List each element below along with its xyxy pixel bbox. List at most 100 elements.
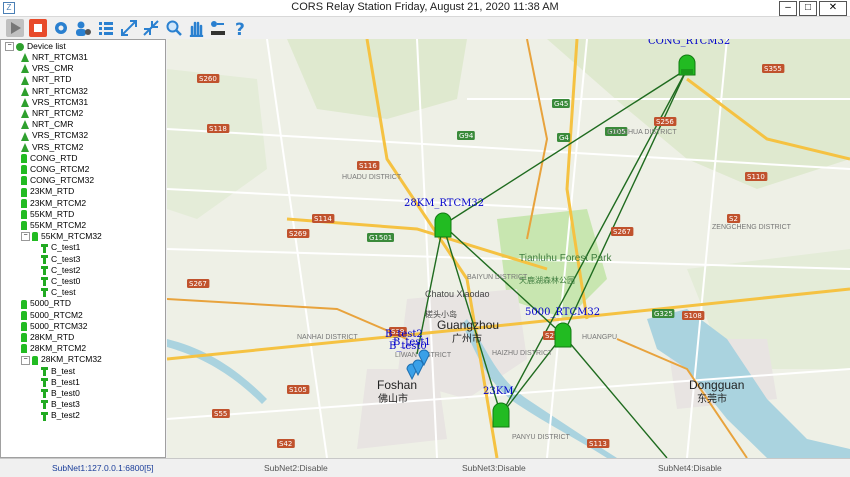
status-subnet2: SubNet2:Disable [264, 463, 328, 473]
tree-item[interactable]: NRT_RTCM2 [21, 108, 83, 119]
client-icon [41, 400, 48, 410]
tree-item[interactable]: 28KM_RTD [21, 332, 74, 343]
mountpoint-icon [32, 232, 38, 242]
list-icon[interactable] [97, 19, 115, 37]
user-settings-icon[interactable] [74, 19, 92, 37]
tree-item[interactable]: 28KM_RTCM2 [21, 343, 86, 354]
collapse-icon[interactable] [142, 19, 160, 37]
tree-item[interactable]: − 55KM_RTCM32 [21, 231, 102, 242]
tree-item[interactable]: 5000_RTCM32 [21, 321, 88, 332]
collapse-toggle-icon[interactable]: − [5, 42, 14, 52]
close-button[interactable]: ✕ [819, 1, 847, 16]
stop-icon[interactable] [29, 19, 47, 37]
pan-hand-icon[interactable] [187, 19, 205, 38]
tree-item[interactable]: B_test [41, 366, 75, 377]
mountpoint-icon [21, 176, 27, 186]
district-baiyun: BAIYUN DISTRICT [467, 274, 528, 281]
tree-item[interactable]: 5000_RTCM2 [21, 310, 83, 321]
mountpoint-icon [21, 187, 27, 197]
tree-item-label: B_test3 [51, 399, 80, 410]
zoom-icon[interactable] [165, 19, 183, 37]
tree-item[interactable]: VRS_RTCM31 [21, 97, 88, 108]
base-station-icon [21, 64, 29, 74]
tree-item-label: 28KM_RTD [30, 332, 75, 342]
minimize-button[interactable]: – [779, 1, 797, 16]
tree-item[interactable]: VRS_CMR [21, 63, 74, 74]
tree-item[interactable]: VRS_RTCM2 [21, 142, 83, 153]
tree-item[interactable]: CONG_RTCM32 [21, 175, 94, 186]
road-badge-label: S105 [289, 386, 307, 394]
district-nanhai: NANHAI DISTRICT [297, 334, 358, 341]
district-huangpu: HUANGPU [582, 334, 617, 341]
tree-item-label: NRT_RTCM32 [32, 85, 88, 96]
collapse-toggle-icon[interactable]: − [21, 232, 30, 242]
tree-item-label: 55KM_RTCM32 [41, 231, 102, 242]
help-icon[interactable]: ? [231, 19, 249, 40]
tree-item[interactable]: C_test0 [41, 276, 80, 287]
maximize-button[interactable]: □ [799, 1, 817, 16]
device-tree[interactable]: − Device list NRT_RTCM31 VRS_CMR NRT_RTD NRT… [0, 39, 166, 458]
status-bar: SubNet1:127.0.0.1:6800[5] SubNet2:Disabl… [0, 458, 850, 477]
road-badge-label: G45 [554, 100, 568, 108]
road-badge-label: G4 [559, 134, 569, 142]
tree-item-label: 5000_RTCM2 [30, 309, 83, 320]
tree-item[interactable]: C_test3 [41, 254, 80, 265]
place-label-chatou: Chatou Xiaodao [425, 289, 490, 299]
road-badge-label: G1501 [369, 234, 392, 242]
client-label-b-test0: B_test0 [389, 341, 427, 352]
tree-item[interactable]: − 28KM_RTCM32 [21, 354, 102, 365]
tree-item[interactable]: C_test [41, 287, 76, 298]
mountpoint-icon [21, 299, 27, 309]
tree-item[interactable]: C_test2 [41, 265, 80, 276]
tree-item[interactable]: B_test3 [41, 399, 80, 410]
road-badge-label: S269 [289, 230, 307, 238]
tree-item[interactable]: B_test1 [41, 377, 80, 388]
tree-item-label: 5000_RTD [30, 298, 71, 309]
tree-item[interactable]: 55KM_RTD [21, 209, 74, 220]
tree-item[interactable]: B_test0 [41, 388, 80, 399]
tree-item-label: 5000_RTCM32 [30, 320, 88, 331]
mountpoint-icon [21, 221, 27, 231]
client-icon [41, 411, 48, 421]
tree-item[interactable]: NRT_RTCM31 [21, 52, 88, 63]
tree-item-label: NRT_CMR [32, 119, 74, 130]
tree-item[interactable]: 23KM_RTD [21, 186, 74, 197]
tree-item-label: B_test0 [51, 388, 80, 398]
tree-item-label: B_test1 [51, 376, 80, 387]
district-conghua: CONGHUA DISTRICT [607, 129, 677, 136]
map-view[interactable]: S355 S260 S118 G45 G105 G94 S256 S269 S114 S116 S2… [167, 39, 850, 458]
tree-item-label: C_test0 [51, 276, 81, 286]
collapse-toggle-icon[interactable]: − [21, 355, 30, 365]
tree-item[interactable]: NRT_RTD [21, 74, 71, 85]
road-badge-label: S116 [359, 162, 377, 170]
measure-icon[interactable] [209, 19, 227, 37]
city-label-foshan: Foshan [377, 378, 417, 392]
tree-item-label: 55KM_RTD [30, 208, 75, 219]
tree-item[interactable]: VRS_RTCM32 [21, 130, 88, 141]
tree-item[interactable]: B_test2 [41, 410, 80, 421]
title-bar: Z CORS Relay Station Friday, August 21, … [0, 0, 850, 17]
tree-item-label: NRT_RTD [32, 74, 72, 85]
city-label-dongguan: Dongguan [689, 378, 744, 392]
tree-item[interactable]: NRT_CMR [21, 119, 73, 130]
mountpoint-icon [21, 154, 27, 164]
tree-item[interactable]: 5000_RTD [21, 298, 71, 309]
tree-item[interactable]: CONG_RTCM2 [21, 164, 89, 175]
district-huadu: HUADU DISTRICT [342, 174, 402, 181]
play-icon[interactable] [6, 19, 24, 37]
base-station-icon [21, 120, 29, 130]
client-icon [41, 266, 48, 276]
map-canvas[interactable]: S355S260S118G45G105G94S256S269S114S116S2… [167, 39, 850, 458]
settings-icon[interactable] [52, 19, 70, 37]
base-station-icon [21, 131, 29, 141]
client-icon [41, 366, 48, 376]
tree-item[interactable]: C_test1 [41, 242, 80, 253]
tree-item[interactable]: 55KM_RTCM2 [21, 220, 86, 231]
tree-root[interactable]: − Device list [5, 41, 66, 52]
expand-icon[interactable] [120, 19, 138, 37]
tree-item[interactable]: 23KM_RTCM2 [21, 198, 86, 209]
tree-item[interactable]: NRT_RTCM32 [21, 86, 88, 97]
client-icon [41, 243, 48, 253]
station-label-28km: 28KM_RTCM32 [404, 198, 484, 209]
tree-item[interactable]: CONG_RTD [21, 153, 78, 164]
